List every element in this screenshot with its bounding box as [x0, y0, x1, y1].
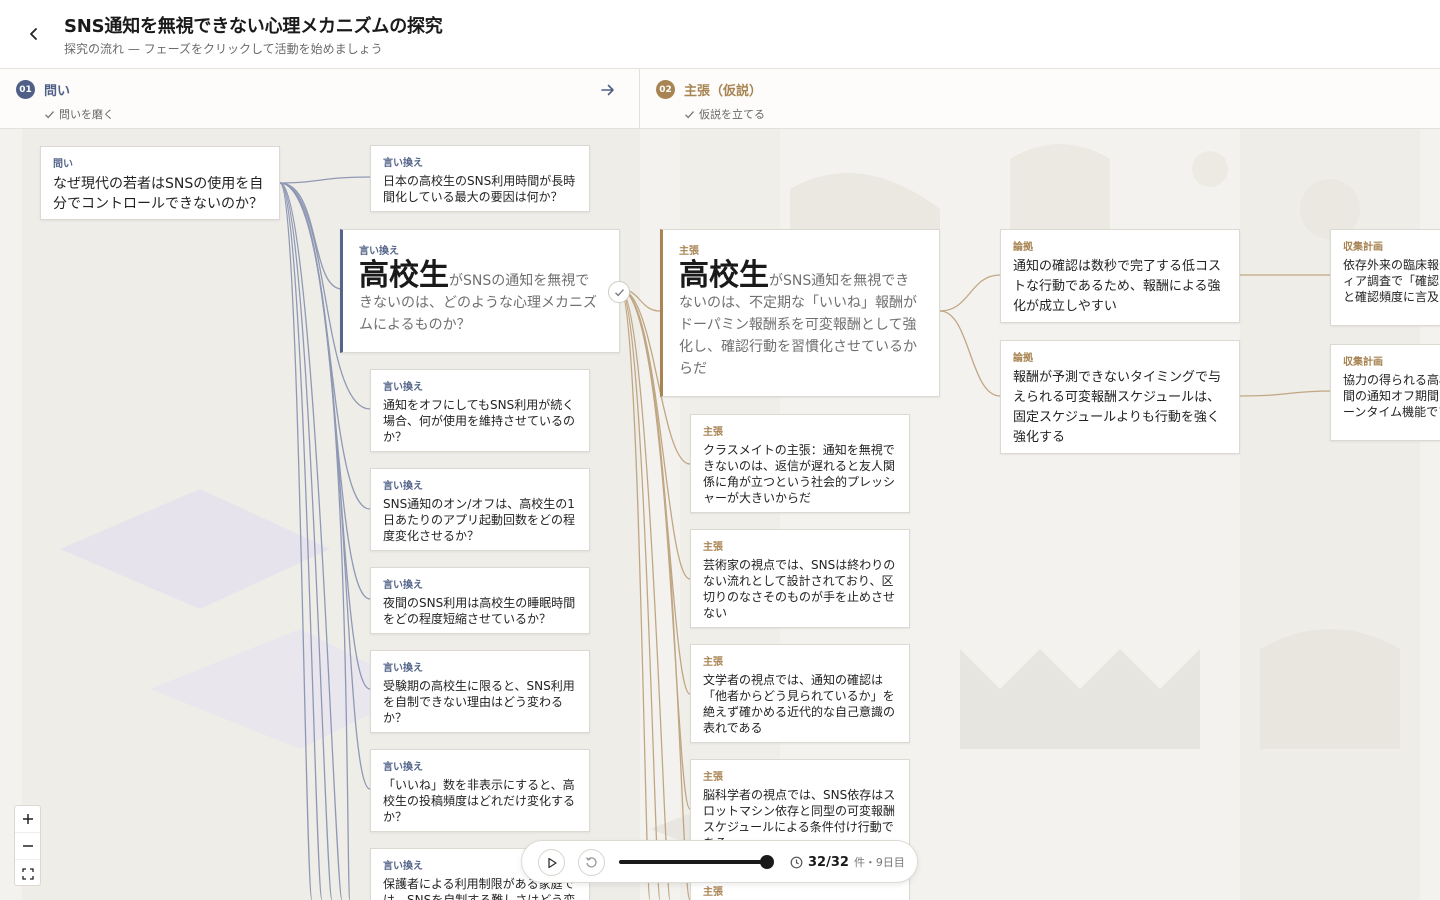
phase-number-badge: 01	[16, 80, 35, 99]
card-text: 通知をオフにしてもSNS利用が続く場合、何が使用を維持させているのか？	[383, 398, 576, 444]
phase-step: 仮説を立てる	[684, 106, 765, 122]
card-text: 「いいね」数を非表示にすると、高校生の投稿頻度はどれだけ変化するか？	[383, 778, 576, 824]
replay-button[interactable]	[578, 849, 605, 876]
map-canvas[interactable]: 問い なぜ現代の若者はSNSの使用を自分でコントロールできないのか？ 言い換え …	[0, 129, 1440, 900]
card-tag: 収集計画	[1343, 357, 1383, 368]
card-tag: 主張	[703, 427, 723, 438]
fit-view-button[interactable]	[15, 860, 40, 887]
claim-card[interactable]: 主張 クラスメイトの主張：通知を無視できないのは、返信が遅れると友人関係に角が立…	[690, 414, 910, 513]
root-question-card[interactable]: 問い なぜ現代の若者はSNSの使用を自分でコントロールできないのか？	[40, 146, 280, 220]
phase-step-label: 仮説を立てる	[699, 108, 765, 121]
card-emphasis: 高校生	[359, 258, 449, 293]
evidence-card[interactable]: 論拠 報酬が予測できないタイミングで与えられる可変報酬スケジュールは、固定スケジ…	[1000, 340, 1240, 454]
card-tag: 主張	[703, 542, 723, 553]
card-tag: 言い換え	[383, 762, 423, 773]
card-tag: 論拠	[1013, 242, 1033, 253]
card-tag: 主張	[703, 657, 723, 668]
card-tag: 論拠	[1013, 353, 1033, 364]
phase-title: 主張（仮説）	[684, 84, 763, 99]
card-text: 芸術家の視点では、SNSは終わりのない流れとして設計されており、区切りのなさその…	[703, 558, 896, 620]
plan-card[interactable]: 収集計画 協力の得られる高校生に、2週間の通知オフ期間を設けスクリーンタイム機能…	[1330, 344, 1440, 441]
check-icon	[614, 288, 624, 296]
card-tag: 言い換え	[383, 382, 423, 393]
zoom-in-button[interactable]	[15, 806, 40, 833]
page-title: SNS通知を無視できない心理メカニズムの探究	[64, 16, 443, 37]
card-text: 受験期の高校生に限ると、SNS利用を自制できない理由はどう変わるか？	[383, 679, 575, 725]
replay-icon	[585, 857, 597, 868]
rephrase-card[interactable]: 言い換え 受験期の高校生に限ると、SNS利用を自制できない理由はどう変わるか？	[370, 650, 590, 733]
card-tag: 言い換え	[383, 580, 423, 591]
phase-question[interactable]: 01 問い 問いを磨く	[0, 69, 640, 129]
card-text: 依存外来の臨床報告や通信メディア調査で「確認のしやすさ」と確認頻度に言及した	[1343, 258, 1440, 304]
slider-thumb[interactable]	[760, 855, 774, 869]
card-text: 協力の得られる高校生に、2週間の通知オフ期間を設けスクリーンタイム機能でアプリ	[1343, 373, 1440, 419]
card-tag: 言い換え	[383, 158, 423, 169]
phase-step-label: 問いを磨く	[59, 108, 114, 121]
app-root: SNS通知を無視できない心理メカニズムの探究 探究の流れ — フェーズをクリック…	[0, 0, 1440, 900]
card-tag: 言い換え	[359, 246, 399, 257]
phase-claim[interactable]: 02 主張（仮説） 仮説を立てる	[640, 69, 1440, 129]
rephrase-card[interactable]: 言い換え 日本の高校生のSNS利用時間が長時間化している最大の要因は何か？	[370, 145, 590, 212]
rephrase-card[interactable]: 言い換え SNS通知のオン/オフは、高校生の1日あたりのアプリ起動回数をどの程度…	[370, 468, 590, 551]
selected-claim-card[interactable]: 主張 高校生がSNS通知を無視できないのは、不定期な「いいね」報酬がドーパミン報…	[660, 229, 940, 397]
card-tag: 言い換え	[383, 481, 423, 492]
progress-count: 32/32	[808, 854, 849, 870]
card-tag: 主張	[703, 772, 723, 783]
claim-card[interactable]: 主張 文学者の視点では、通知の確認は「他者からどう見られているか」を絶えず確かめ…	[690, 644, 910, 743]
card-emphasis: 高校生	[679, 258, 769, 293]
card-text: 日本の高校生のSNS利用時間が長時間化している最大の要因は何か？	[383, 174, 576, 204]
claim-card[interactable]: 主張 芸術家の視点では、SNSは終わりのない流れとして設計されており、区切りのな…	[690, 529, 910, 628]
card-text: SNS通知のオン/オフは、高校生の1日あたりのアプリ起動回数をどの程度変化させる…	[383, 497, 576, 543]
phase-step: 問いを磨く	[44, 106, 114, 122]
card-tag: 問い	[53, 159, 73, 170]
card-tag: 主張	[703, 887, 723, 898]
card-text: クラスメイトの主張：通知を無視できないのは、返信が遅れると友人関係に角が立つとい…	[703, 443, 896, 505]
chevron-left-icon	[30, 28, 37, 40]
play-icon	[547, 857, 557, 868]
timeline-player: 32/32 件・9日目	[521, 840, 918, 883]
selected-question-card[interactable]: 言い換え 高校生がSNSの通知を無視できないのは、どのような心理メカニズムによる…	[340, 229, 620, 353]
rephrase-card[interactable]: 言い換え 通知をオフにしてもSNS利用が続く場合、何が使用を維持させているのか？	[370, 369, 590, 452]
arrow-right-icon[interactable]	[599, 81, 617, 99]
rephrase-card[interactable]: 言い換え 夜間のSNS利用は高校生の睡眠時間をどの程度短縮させているか？	[370, 567, 590, 634]
zoom-controls	[14, 805, 41, 886]
clock-icon	[790, 856, 803, 868]
selected-check-marker[interactable]	[608, 281, 630, 303]
evidence-card[interactable]: 論拠 通知の確認は数秒で完了する低コストな行動であるため、報酬による強化が成立し…	[1000, 229, 1240, 323]
progress-counter: 32/32 件・9日目	[790, 854, 905, 870]
card-tag: 言い換え	[383, 663, 423, 674]
card-text: 文学者の視点では、通知の確認は「他者からどう見られているか」を絶えず確かめる近代…	[703, 673, 896, 735]
minus-icon	[22, 845, 33, 847]
card-text: 通知の確認は数秒で完了する低コストな行動であるため、報酬による強化が成立しやすい	[1013, 259, 1222, 314]
zoom-out-button[interactable]	[15, 833, 40, 860]
play-button[interactable]	[538, 849, 565, 876]
header: SNS通知を無視できない心理メカニズムの探究 探究の流れ — フェーズをクリック…	[0, 0, 1440, 69]
phase-number-badge: 02	[656, 80, 675, 99]
plan-card[interactable]: 収集計画 依存外来の臨床報告や通信メディア調査で「確認のしやすさ」と確認頻度に言…	[1330, 229, 1440, 326]
progress-unit: 件・9日目	[853, 856, 905, 869]
timeline-slider[interactable]	[619, 855, 774, 869]
card-text: 報酬が予測できないタイミングで与えられる可変報酬スケジュールは、固定スケジュール…	[1013, 370, 1222, 445]
back-button[interactable]	[20, 20, 48, 48]
slider-track	[619, 860, 769, 864]
check-icon	[685, 110, 694, 118]
fullscreen-icon	[21, 867, 34, 880]
card-text: 夜間のSNS利用は高校生の睡眠時間をどの程度短縮させているか？	[383, 596, 576, 626]
page-subtitle: 探究の流れ — フェーズをクリックして活動を始めましょう	[64, 42, 383, 56]
card-tag: 主張	[679, 246, 699, 257]
rephrase-card[interactable]: 言い換え 「いいね」数を非表示にすると、高校生の投稿頻度はどれだけ変化するか？	[370, 749, 590, 832]
card-tag: 収集計画	[1343, 242, 1383, 253]
plus-icon	[22, 814, 33, 824]
phase-title: 問い	[44, 84, 71, 99]
card-text: なぜ現代の若者はSNSの使用を自分でコントロールできないのか？	[53, 176, 264, 212]
check-icon	[45, 110, 54, 118]
